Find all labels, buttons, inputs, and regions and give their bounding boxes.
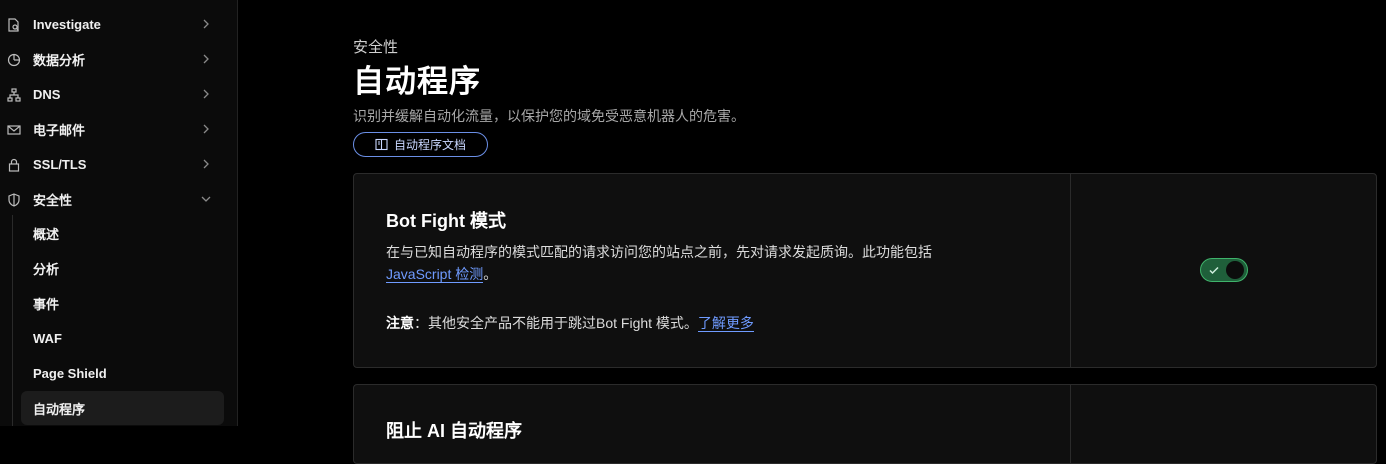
sidebar-item-ssl-tls[interactable]: SSL/TLS: [0, 147, 238, 182]
shield-icon: [6, 192, 22, 208]
sidebar-item-dns[interactable]: DNS: [0, 77, 238, 112]
card-title: 阻止 AI 自动程序: [386, 421, 523, 441]
sidebar-subitem-page-shield[interactable]: Page Shield: [21, 356, 224, 390]
bot-fight-mode-card: Bot Fight 模式 在与已知自动程序的模式匹配的请求访问您的站点之前，先对…: [353, 173, 1377, 368]
bots-docs-button[interactable]: 自动程序文档: [353, 132, 488, 157]
check-icon: [1208, 264, 1220, 276]
chevron-right-icon: [199, 87, 213, 101]
learn-more-link[interactable]: 了解更多: [697, 315, 754, 332]
sidebar-subitem-bots[interactable]: 自动程序: [21, 391, 224, 425]
card-description-text: 在与已知自动程序的模式匹配的请求访问您的站点之前，先对请求发起质询。此功能包括: [386, 244, 932, 260]
section-eyebrow: 安全性: [353, 39, 399, 56]
pie-chart-icon: [6, 52, 22, 68]
javascript-detection-link[interactable]: JavaScript 检测: [386, 266, 484, 283]
sidebar-subitem-events[interactable]: 事件: [21, 286, 224, 320]
note-text: ：其他安全产品不能用于跳过Bot Fight 模式。: [414, 315, 698, 331]
block-ai-bots-card: 阻止 AI 自动程序: [353, 384, 1377, 464]
sidebar-item-label: SSL/TLS: [33, 157, 87, 172]
bots-docs-button-label: 自动程序文档: [393, 138, 466, 152]
sidebar-subitem-overview[interactable]: 概述: [21, 216, 224, 250]
sidebar-item-analytics[interactable]: 数据分析: [0, 42, 238, 77]
card-divider: [1070, 174, 1071, 367]
sidebar-item-label: 电子邮件: [33, 123, 86, 138]
chevron-down-icon: [199, 192, 213, 206]
email-icon: [6, 122, 22, 138]
card-note: 注意：其他安全产品不能用于跳过Bot Fight 模式。了解更多: [386, 313, 754, 333]
sidebar-item-security[interactable]: 安全性: [0, 182, 238, 217]
card-description: 在与已知自动程序的模式匹配的请求访问您的站点之前，先对请求发起质询。此功能包括 …: [386, 241, 1046, 285]
chevron-right-icon: [199, 17, 213, 31]
book-icon: [375, 138, 388, 151]
chevron-right-icon: [199, 122, 213, 136]
sidebar-item-label: DNS: [33, 87, 61, 102]
note-label: 注意: [386, 315, 414, 331]
sidebar-item-email[interactable]: 电子邮件: [0, 112, 238, 147]
sidebar: Investigate 数据分析 DNS 电子邮件 SSL/TLS 安全性 概述…: [0, 0, 238, 426]
sidebar-item-label: 安全性: [33, 193, 73, 208]
bot-fight-mode-toggle[interactable]: [1200, 258, 1248, 282]
sidebar-subitem-analytics[interactable]: 分析: [21, 251, 224, 285]
investigate-icon: [6, 17, 22, 33]
card-description-end: 。: [483, 266, 498, 282]
chevron-right-icon: [199, 157, 213, 171]
chevron-right-icon: [199, 52, 213, 66]
sidebar-subitem-waf[interactable]: WAF: [21, 321, 224, 355]
page-description: 识别并缓解自动化流量，以保护您的域免受恶意机器人的危害。: [353, 108, 745, 124]
network-icon: [6, 87, 22, 103]
sidebar-item-investigate[interactable]: Investigate: [0, 7, 238, 42]
card-divider: [1070, 385, 1071, 463]
toggle-knob: [1226, 261, 1244, 279]
page-title: 自动程序: [353, 64, 481, 99]
sidebar-item-label: 数据分析: [33, 53, 86, 68]
submenu-guide-line: [12, 215, 13, 426]
card-title: Bot Fight 模式: [386, 211, 506, 231]
lock-icon: [6, 157, 22, 173]
sidebar-item-label: Investigate: [33, 17, 101, 32]
